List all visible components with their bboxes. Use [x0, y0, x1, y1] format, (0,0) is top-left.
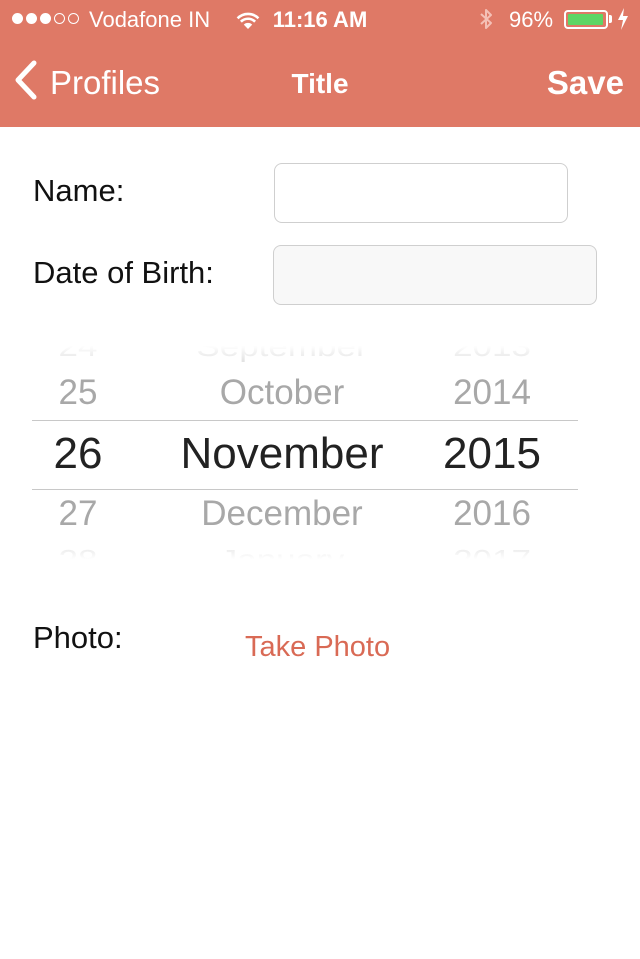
year-wheel[interactable]: 2013 2014 2015 2016 2017 — [427, 335, 557, 570]
day-item[interactable]: 24 — [32, 335, 124, 363]
day-wheel[interactable]: 24 25 26 27 28 — [32, 335, 124, 570]
month-item[interactable]: December — [152, 494, 412, 534]
photo-label: Photo: — [33, 620, 123, 655]
day-item-selected[interactable]: 26 — [32, 429, 124, 479]
back-button-label: Profiles — [50, 63, 161, 101]
date-of-birth-input[interactable] — [273, 245, 597, 305]
month-item-selected[interactable]: November — [152, 429, 412, 479]
day-item[interactable]: 25 — [32, 373, 124, 413]
status-bar: Vodafone IN 11:16 AM 96% — [0, 0, 640, 40]
year-item[interactable]: 2016 — [427, 494, 557, 534]
date-of-birth-label: Date of Birth: — [33, 255, 214, 290]
month-item[interactable]: September — [152, 335, 412, 363]
date-picker[interactable]: 24 25 26 27 28 September October Novembe… — [32, 335, 578, 570]
year-item[interactable]: 2013 — [427, 335, 557, 363]
take-photo-button[interactable]: Take Photo — [245, 631, 390, 664]
year-item[interactable]: 2017 — [427, 544, 557, 570]
month-item[interactable]: January — [152, 544, 412, 570]
picker-selection-top-line — [32, 420, 578, 421]
name-input[interactable] — [274, 163, 568, 223]
year-item[interactable]: 2014 — [427, 373, 557, 413]
battery-icon — [564, 10, 608, 29]
charging-bolt-icon — [617, 8, 629, 36]
battery-tip — [609, 15, 612, 23]
day-item[interactable]: 27 — [32, 494, 124, 534]
back-button[interactable]: Profiles — [14, 60, 160, 105]
top-bar: Vodafone IN 11:16 AM 96% Profiles Title … — [0, 0, 640, 127]
year-item-selected[interactable]: 2015 — [427, 429, 557, 479]
picker-selection-bottom-line — [32, 489, 578, 490]
month-wheel[interactable]: September October November December Janu… — [152, 335, 412, 570]
chevron-left-icon — [14, 60, 38, 105]
battery-percent: 96% — [509, 7, 554, 32]
bluetooth-icon — [478, 7, 494, 37]
name-label: Name: — [33, 173, 125, 208]
day-item[interactable]: 28 — [32, 544, 124, 570]
month-item[interactable]: October — [152, 373, 412, 413]
navigation-bar: Profiles Title Save — [0, 40, 640, 127]
save-button[interactable]: Save — [547, 64, 624, 102]
